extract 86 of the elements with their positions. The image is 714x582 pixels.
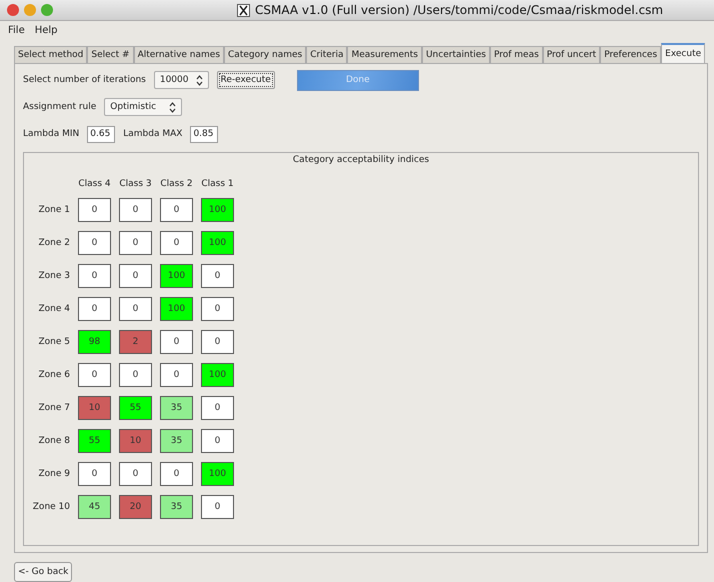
progress-label: Done — [344, 74, 371, 87]
iterations-spinner[interactable]: 10000 — [154, 71, 208, 89]
table-cell: 0 — [201, 264, 234, 288]
table-cell: 55 — [78, 429, 111, 453]
table-cell: 100 — [160, 297, 193, 321]
table-cell: 100 — [201, 198, 234, 222]
table-cell: 0 — [78, 297, 111, 321]
table-cell: 100 — [201, 363, 234, 387]
table-cell: 0 — [119, 264, 152, 288]
table-cell: 0 — [78, 363, 111, 387]
table-cell: 0 — [119, 363, 152, 387]
tab[interactable]: Prof uncert — [542, 46, 600, 63]
lambda-max-label: Lambda MAX — [123, 129, 182, 139]
table-cell: 35 — [160, 495, 193, 519]
row-header: Zone 6 — [38, 370, 70, 380]
row-header: Zone 1 — [38, 205, 70, 215]
tab[interactable]: Measurements — [347, 46, 422, 63]
table-cell: 0 — [160, 198, 193, 222]
minimize-icon[interactable] — [24, 4, 36, 16]
lambda-max-field[interactable]: 0.85 — [190, 126, 218, 142]
table-cell: 35 — [160, 429, 193, 453]
table-cell: 45 — [78, 495, 111, 519]
re-execute-button[interactable]: Re-execute — [216, 71, 275, 89]
table-cell: 20 — [119, 495, 152, 519]
close-icon[interactable] — [7, 4, 19, 16]
column-header: Class 3 — [119, 179, 152, 189]
assignment-rule-dropdown[interactable]: Optimistic — [104, 98, 182, 116]
go-back-button[interactable]: <- Go back — [14, 562, 72, 582]
column-header: Class 4 — [78, 179, 111, 189]
table-cell: 100 — [201, 231, 234, 255]
assignment-rule-label: Assignment rule — [23, 102, 96, 112]
table-cell: 10 — [119, 429, 152, 453]
table-cell: 0 — [201, 330, 234, 354]
lambda-min-field[interactable]: 0.65 — [87, 126, 116, 142]
row-header: Zone 4 — [38, 304, 70, 314]
x-logo-icon — [237, 4, 250, 16]
row-header: Zone 2 — [38, 238, 70, 248]
table-cell: 0 — [160, 462, 193, 486]
table-cell: 55 — [119, 396, 152, 420]
table-cell: 0 — [201, 429, 234, 453]
table-cell: 100 — [160, 264, 193, 288]
menu-item[interactable]: Help — [34, 24, 58, 36]
table-cell: 100 — [201, 462, 234, 486]
row-header: Zone 7 — [38, 403, 70, 413]
window-title: CSMAA v1.0 (Full version) /Users/tommi/code/Csmaa/riskmodel.csm — [255, 3, 664, 17]
tab[interactable]: Execute — [661, 43, 706, 63]
tab[interactable]: Select # — [87, 46, 134, 63]
table-cell: 0 — [78, 462, 111, 486]
row-header: Zone 9 — [38, 469, 70, 479]
tab[interactable]: Preferences — [600, 46, 662, 63]
iterations-label: Select number of iterations — [23, 75, 146, 85]
menu-item[interactable]: File — [8, 24, 25, 36]
table-cell: 0 — [78, 198, 111, 222]
table-cell: 10 — [78, 396, 111, 420]
row-header: Zone 3 — [38, 271, 70, 281]
table-cell: 0 — [119, 231, 152, 255]
table-cell: 0 — [78, 231, 111, 255]
zoom-icon[interactable] — [41, 4, 53, 16]
table-cell: 98 — [78, 330, 111, 354]
table-cell: 0 — [160, 330, 193, 354]
table-cell: 0 — [201, 297, 234, 321]
lambda-min-label: Lambda MIN — [23, 129, 80, 139]
table-cell: 0 — [119, 462, 152, 486]
tab[interactable]: Category names — [224, 46, 306, 63]
column-header: Class 2 — [160, 179, 193, 189]
up-down-arrows-icon[interactable] — [169, 102, 176, 112]
tab[interactable]: Prof meas — [490, 46, 543, 63]
tab[interactable]: Criteria — [306, 46, 348, 63]
table-cell: 0 — [119, 198, 152, 222]
table-cell: 0 — [201, 495, 234, 519]
row-header: Zone 8 — [38, 436, 70, 446]
tab[interactable]: Alternative names — [134, 46, 224, 63]
row-header: Zone 10 — [32, 502, 70, 512]
table-cell: 0 — [201, 396, 234, 420]
column-header: Class 1 — [201, 179, 234, 189]
table-cell: 0 — [160, 231, 193, 255]
panel-title: Category acceptability indices — [292, 155, 430, 165]
table-cell: 35 — [160, 396, 193, 420]
table-cell: 0 — [78, 264, 111, 288]
table-cell: 0 — [160, 363, 193, 387]
row-header: Zone 5 — [38, 337, 70, 347]
up-down-arrows-icon[interactable] — [196, 74, 202, 86]
table-cell: 2 — [119, 330, 152, 354]
table-cell: 0 — [119, 297, 152, 321]
tab[interactable]: Select method — [14, 46, 88, 63]
tab[interactable]: Uncertainties — [422, 46, 490, 63]
